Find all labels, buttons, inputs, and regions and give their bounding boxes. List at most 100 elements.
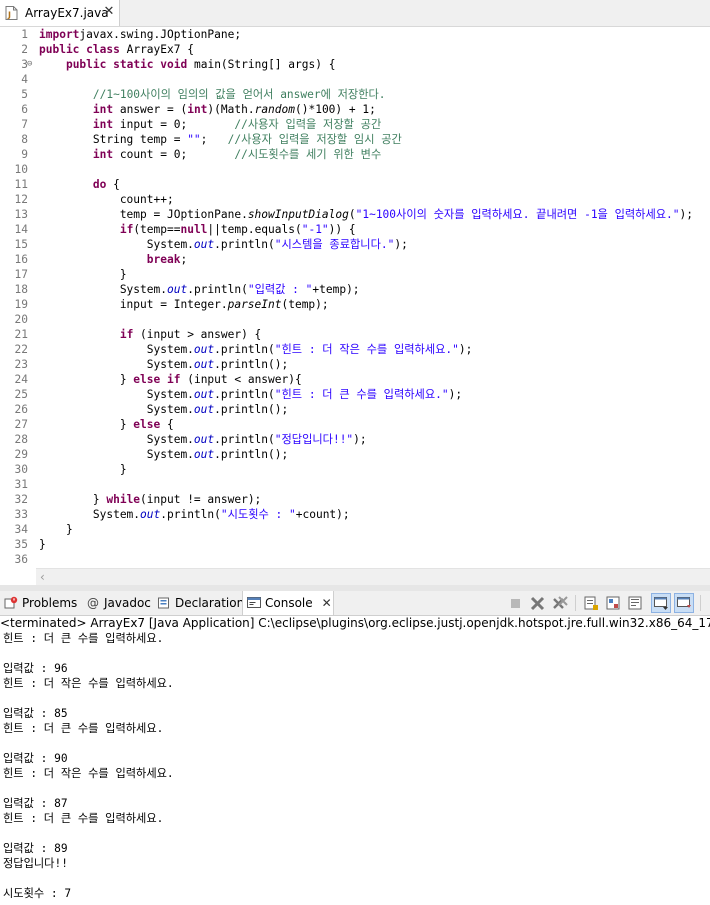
horizontal-scrollbar[interactable]: ‹: [36, 568, 710, 585]
code-line[interactable]: 28 System.out.println("정답입니다!!");: [0, 432, 710, 447]
code-token: ()*100) + 1;: [295, 103, 376, 116]
code-token: temp = JOptionPane.: [39, 208, 248, 221]
code-text: //1~100사이의 임의의 값을 얻어서 answer에 저장한다.: [39, 87, 386, 102]
scroll-lock-icon[interactable]: [584, 596, 599, 611]
code-token: (input < answer){: [180, 373, 302, 386]
tab-console[interactable]: Console ✕: [242, 591, 334, 615]
code-token: input = 0;: [113, 118, 235, 131]
code-token: main(String[] args) {: [187, 58, 336, 71]
console-line: 힌트 : 더 큰 수를 입력하세요.: [3, 812, 164, 825]
code-line[interactable]: 14 if(temp==null||temp.equals("-1")) {: [0, 222, 710, 237]
code-text: System.out.println("시스템을 종료합니다.");: [39, 237, 408, 252]
line-number: 25: [14, 388, 28, 401]
tab-javadoc[interactable]: @ Javadoc: [86, 591, 151, 615]
code-line[interactable]: 18 System.out.println("입력값 : "+temp);: [0, 282, 710, 297]
line-number: 27: [14, 418, 28, 431]
code-token: parseInt: [227, 298, 282, 311]
code-line[interactable]: 9 int count = 0; //시도횟수를 세기 위한 변수: [0, 147, 710, 162]
code-token: +count);: [295, 508, 350, 521]
code-editor[interactable]: 1 importjavax.swing.JOptionPane; 2 public c…: [0, 27, 710, 570]
code-line[interactable]: 19 input = Integer.parseInt(temp);: [0, 297, 710, 312]
line-number: 26: [14, 403, 28, 416]
code-line[interactable]: 1 importjavax.swing.JOptionPane;: [0, 27, 710, 42]
declaration-icon: [158, 597, 169, 609]
javadoc-icon: @: [87, 596, 99, 610]
code-line[interactable]: 29 System.out.println();: [0, 447, 710, 462]
code-line[interactable]: 35}: [0, 537, 710, 552]
code-text: System.out.println("힌트 : 더 큰 수를 입력하세요.")…: [39, 387, 462, 402]
code-line[interactable]: 33 System.out.println("시도횟수 : "+count);: [0, 507, 710, 522]
code-line[interactable]: 2 public class ArrayEx7 {: [0, 42, 710, 57]
code-token: +temp);: [312, 283, 360, 296]
line-number: 16: [14, 253, 28, 266]
code-line[interactable]: 34 }: [0, 522, 710, 537]
code-line[interactable]: 3 ⊖ public static void main(String[] args…: [0, 57, 710, 72]
code-line[interactable]: 13 temp = JOptionPane.showInputDialog("1…: [0, 207, 710, 222]
code-token: out: [193, 238, 215, 251]
remove-launch-icon[interactable]: [530, 596, 545, 611]
code-token: //1~100사이의 임의의 값을 얻어서 answer에 저장한다.: [92, 88, 386, 101]
code-text: }: [39, 537, 46, 552]
code-token: "힌트 : 더 큰 수를 입력하세요.": [274, 388, 449, 401]
code-line[interactable]: 7 int input = 0; //사용자 입력을 저장할 공간: [0, 117, 710, 132]
code-line[interactable]: 31: [0, 477, 710, 492]
code-line[interactable]: 27 } else {: [0, 417, 710, 432]
code-text: System.out.println();: [39, 402, 288, 417]
code-line[interactable]: 4: [0, 72, 710, 87]
editor-tab-arrayex7[interactable]: J ArrayEx7.java ✕: [0, 0, 120, 26]
code-line[interactable]: 20: [0, 312, 710, 327]
code-line[interactable]: 26 System.out.println();: [0, 402, 710, 417]
code-token: }: [39, 373, 134, 386]
console-output[interactable]: 힌트 : 더 큰 수를 입력하세요. 입력값 : 96 힌트 : 더 작은 수를 입…: [0, 631, 710, 905]
line-number: 35: [14, 538, 28, 551]
code-line[interactable]: 17 }: [0, 267, 710, 282]
code-line[interactable]: 12 count++;: [0, 192, 710, 207]
line-number: 3: [21, 58, 28, 71]
code-token: else: [133, 418, 161, 431]
code-token: int: [187, 103, 208, 116]
pin-console-icon[interactable]: [628, 596, 643, 611]
code-line[interactable]: 5 //1~100사이의 임의의 값을 얻어서 answer에 저장한다.: [0, 87, 710, 102]
code-text: temp = JOptionPane.showInputDialog("1~10…: [39, 207, 693, 222]
code-token: out: [166, 283, 188, 296]
code-line[interactable]: 6 int answer = (int)(Math.random()*100) …: [0, 102, 710, 117]
open-console-button[interactable]: [674, 593, 694, 613]
code-line[interactable]: 36: [0, 552, 710, 567]
code-token: int: [92, 103, 114, 116]
terminate-icon[interactable]: [508, 596, 523, 611]
code-line[interactable]: 16 break;: [0, 252, 710, 267]
code-token: System.: [39, 358, 194, 371]
code-line[interactable]: 10: [0, 162, 710, 177]
code-token: ;: [180, 253, 188, 266]
code-line[interactable]: 22 System.out.println("힌트 : 더 작은 수를 입력하세…: [0, 342, 710, 357]
scroll-left-icon[interactable]: ‹: [40, 569, 45, 585]
code-line[interactable]: 8 String temp = ""; //사용자 입력을 저장할 임시 공간: [0, 132, 710, 147]
code-text: } else {: [39, 417, 174, 432]
code-token: .println();: [214, 403, 289, 416]
code-text: int input = 0; //사용자 입력을 저장할 공간: [39, 117, 381, 132]
code-line[interactable]: 24 } else if (input < answer){: [0, 372, 710, 387]
code-line[interactable]: 15 System.out.println("시스템을 종료합니다.");: [0, 237, 710, 252]
code-token: //사용자 입력을 저장할 공간: [234, 118, 382, 131]
code-token: if: [119, 223, 134, 236]
display-selected-console-button[interactable]: [651, 593, 671, 613]
code-line[interactable]: 32 } while(input != answer);: [0, 492, 710, 507]
code-token: )) {: [328, 223, 356, 236]
word-wrap-icon[interactable]: [606, 596, 621, 611]
code-line[interactable]: 30 }: [0, 462, 710, 477]
tab-declaration[interactable]: Declaration: [157, 591, 244, 615]
fold-toggle-icon[interactable]: ⊖: [27, 60, 36, 69]
close-icon[interactable]: ✕: [102, 5, 116, 19]
code-token: System.: [39, 448, 194, 461]
code-line[interactable]: 23 System.out.println();: [0, 357, 710, 372]
code-line[interactable]: 11 do {: [0, 177, 710, 192]
tab-problems[interactable]: Problems: [4, 591, 77, 615]
code-line[interactable]: 25 System.out.println("힌트 : 더 큰 수를 입력하세요…: [0, 387, 710, 402]
code-text: System.out.println("힌트 : 더 작은 수를 입력하세요."…: [39, 342, 473, 357]
code-line[interactable]: 21 if (input > answer) {: [0, 327, 710, 342]
code-text: count++;: [39, 192, 174, 207]
console-line: 입력값 : 96: [3, 662, 68, 675]
close-icon[interactable]: ✕: [322, 596, 332, 610]
remove-all-terminated-icon[interactable]: [553, 596, 568, 611]
line-number: 1: [21, 28, 28, 41]
